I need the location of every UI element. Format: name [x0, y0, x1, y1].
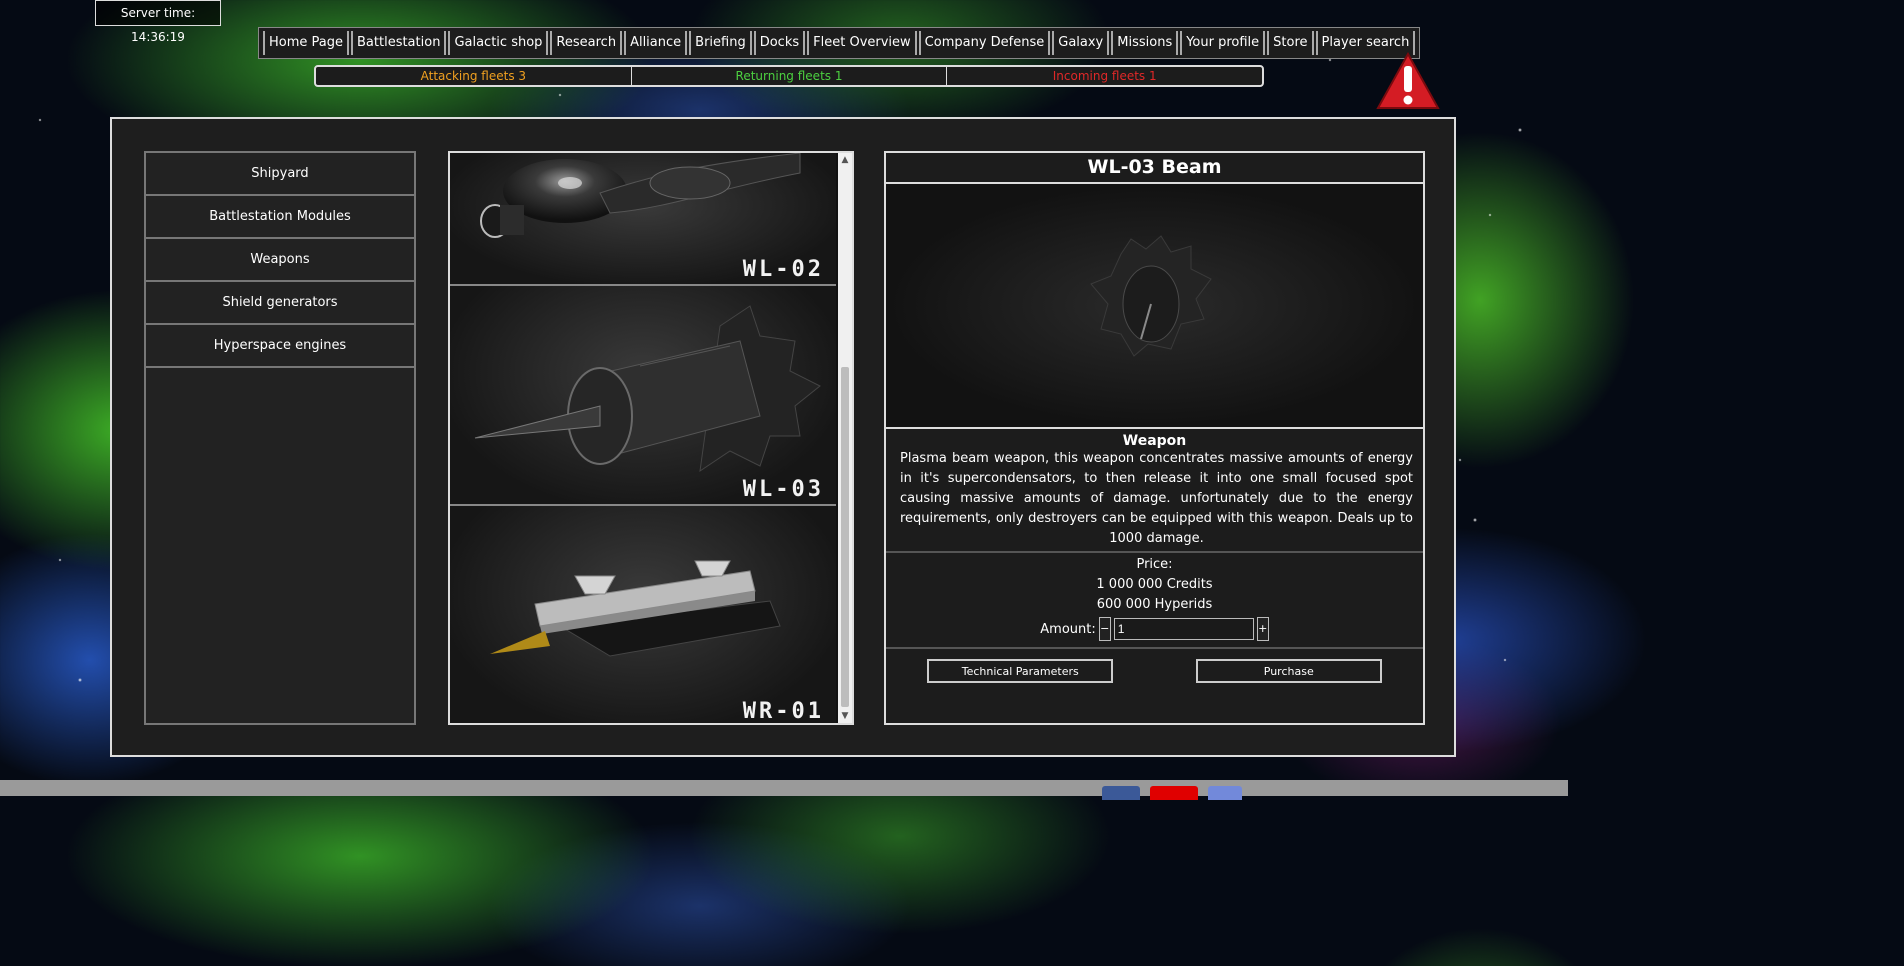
nav-company-defense[interactable]: Company Defense [918, 31, 1051, 55]
sidebar-item-weapons[interactable]: Weapons [146, 239, 414, 282]
wl-03-image [474, 305, 821, 473]
nav-fleet-overview[interactable]: Fleet Overview [807, 31, 917, 55]
gallery-item-wr-01[interactable]: WR-01 [450, 506, 836, 724]
price-credits: 1 000 000 Credits [1096, 577, 1213, 592]
item-title: WL-03 Beam [886, 153, 1423, 184]
warning-triangle-icon[interactable] [1376, 52, 1440, 110]
item-preview-image [886, 184, 1423, 429]
item-description: Plasma beam weapon, this weapon concentr… [886, 449, 1423, 553]
scroll-up-arrow-icon[interactable]: ▲ [838, 153, 852, 167]
fleet-status-bar: Attacking fleets 3 Returning fleets 1 In… [314, 65, 1264, 87]
footer-bar [0, 780, 1568, 796]
amount-label: Amount: [1040, 621, 1096, 637]
nav-store[interactable]: Store [1267, 31, 1314, 55]
sidebar-item-battlestation-modules[interactable]: Battlestation Modules [146, 196, 414, 239]
detail-actions: Technical Parameters Purchase [886, 659, 1423, 683]
gallery-label-wr-01: WR-01 [742, 699, 824, 724]
price-label: Price: [1136, 557, 1173, 572]
facebook-icon[interactable] [1102, 786, 1140, 800]
nav-battlestation[interactable]: Battlestation [351, 31, 447, 55]
purchase-button[interactable]: Purchase [1195, 659, 1382, 683]
category-sidebar: Shipyard Battlestation Modules Weapons S… [144, 151, 416, 725]
gallery-scrollbar[interactable]: ▲ ▼ [838, 153, 852, 723]
youtube-icon[interactable] [1150, 786, 1198, 800]
main-panel: Shipyard Battlestation Modules Weapons S… [110, 117, 1456, 757]
item-detail-panel: WL-03 Beam Weapon Plasma beam weapon, th… [884, 151, 1425, 725]
attacking-fleets[interactable]: Attacking fleets 3 [316, 67, 632, 85]
nav-home[interactable]: Home Page [263, 31, 349, 55]
gallery-item-wl-02[interactable]: WL-02 [450, 153, 836, 286]
wr-01-image [490, 560, 781, 657]
technical-parameters-button[interactable]: Technical Parameters [927, 659, 1114, 683]
scroll-thumb[interactable] [841, 367, 849, 707]
gallery-label-wl-02: WL-02 [742, 257, 824, 282]
gallery-item-wl-03[interactable]: WL-03 [450, 286, 836, 506]
increase-amount-button[interactable]: + [1256, 617, 1269, 641]
amount-row: Amount: − + [886, 617, 1423, 649]
incoming-fleets[interactable]: Incoming fleets 1 [947, 67, 1262, 85]
nav-missions[interactable]: Missions [1111, 31, 1179, 55]
sidebar-item-shield-generators[interactable]: Shield generators [146, 282, 414, 325]
sidebar-item-shipyard[interactable]: Shipyard [146, 153, 414, 196]
price-hyperids: 600 000 Hyperids [1096, 597, 1213, 612]
nav-briefing[interactable]: Briefing [689, 31, 752, 55]
nav-your-profile[interactable]: Your profile [1180, 31, 1266, 55]
server-time: Server time: 14:36:19 [95, 0, 221, 44]
returning-fleets[interactable]: Returning fleets 1 [632, 67, 948, 85]
item-type: Weapon [1122, 433, 1187, 449]
nav-docks[interactable]: Docks [753, 31, 806, 55]
gallery-label-wl-03: WL-03 [742, 477, 824, 502]
item-gallery: WL-02 WL-03 WR-01 ▲ ▼ [448, 151, 854, 725]
main-nav: Home Page Battlestation Galactic shop Re… [258, 27, 1421, 59]
social-link-icon[interactable] [1208, 786, 1242, 800]
decrease-amount-button[interactable]: − [1098, 617, 1111, 641]
nav-galaxy[interactable]: Galaxy [1052, 31, 1110, 55]
nav-alliance[interactable]: Alliance [624, 31, 688, 55]
nav-galactic-shop[interactable]: Galactic shop [448, 31, 549, 55]
amount-input[interactable] [1113, 618, 1254, 640]
nav-research[interactable]: Research [550, 31, 623, 55]
sidebar-item-hyperspace-engines[interactable]: Hyperspace engines [146, 325, 414, 368]
scroll-down-arrow-icon[interactable]: ▼ [838, 709, 852, 723]
